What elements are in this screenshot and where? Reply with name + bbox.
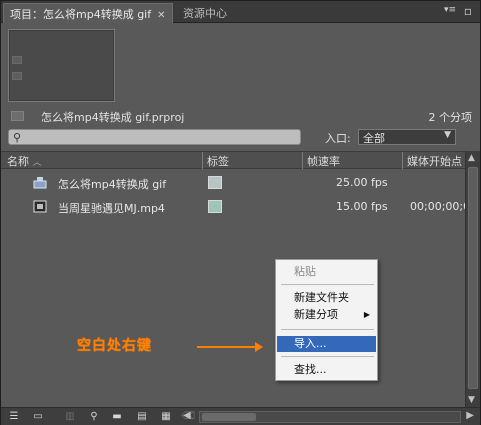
panel-menu-icon[interactable]: ▾≡ bbox=[444, 5, 456, 15]
tab-resource-center-label: 资源中心 bbox=[183, 7, 227, 20]
tab-bar: 项目：怎么将mp4转换成 gif ✕ 资源中心 ▾≡ ▫ bbox=[1, 1, 480, 23]
poster-frame-icon[interactable] bbox=[12, 56, 22, 64]
column-name[interactable]: 名称 ︿ bbox=[7, 153, 42, 169]
scroll-down-icon[interactable]: ▼ bbox=[468, 395, 475, 405]
list-view-icon[interactable]: ☰ bbox=[7, 410, 21, 423]
scroll-thumb[interactable] bbox=[202, 413, 256, 421]
new-bin-icon[interactable]: ▬ bbox=[110, 410, 124, 423]
sort-ascending-icon: ︿ bbox=[32, 158, 42, 168]
item-name: 怎么将mp4转换成 gif bbox=[58, 178, 167, 191]
column-framerate[interactable]: 帧速率 bbox=[307, 153, 340, 169]
tab-project-label: 项目：怎么将mp4转换成 gif bbox=[10, 8, 152, 21]
list-item[interactable]: 怎么将mp4转换成 gif 25.00 fps bbox=[1, 172, 465, 194]
icon-view-icon[interactable]: ▭ bbox=[31, 410, 45, 423]
automate-to-sequence-icon[interactable]: ▥ bbox=[63, 410, 77, 423]
scroll-right-icon[interactable]: ▶ bbox=[466, 410, 474, 421]
list-item[interactable]: 当周星驰遇见MJ.mp4 15.00 fps 00;00;00;0 bbox=[1, 196, 470, 218]
menu-separator bbox=[281, 284, 374, 285]
sequence-icon bbox=[33, 177, 47, 189]
search-input[interactable]: ⚲ bbox=[8, 129, 301, 145]
entry-label: 入口: bbox=[325, 132, 351, 145]
folder-icon bbox=[11, 111, 24, 121]
project-filename: 怎么将mp4转换成 gif.prproj bbox=[41, 111, 185, 124]
column-header: 名称 ︿ 标签 帧速率 媒体开始点 bbox=[1, 151, 465, 169]
magnifier-icon: ⚲ bbox=[13, 131, 22, 144]
column-label[interactable]: 标签 bbox=[207, 153, 229, 169]
tab-project[interactable]: 项目：怎么将mp4转换成 gif ✕ bbox=[3, 3, 173, 23]
play-icon[interactable] bbox=[12, 72, 22, 80]
find-icon[interactable]: ⚲ bbox=[87, 410, 101, 423]
close-icon[interactable]: ✕ bbox=[157, 10, 165, 21]
menu-item-new-bin[interactable]: 新建文件夹 bbox=[277, 290, 376, 306]
annotation-arrowhead bbox=[255, 342, 263, 352]
tab-resource-center[interactable]: 资源中心 bbox=[177, 3, 233, 23]
menu-item-import[interactable]: 导入... bbox=[277, 336, 376, 352]
project-info-row: 怎么将mp4转换成 gif.prproj 2 个分项 bbox=[1, 108, 480, 126]
column-divider[interactable] bbox=[402, 152, 403, 169]
new-item-icon[interactable]: ▤ bbox=[135, 410, 149, 423]
menu-separator bbox=[281, 356, 374, 357]
entry-dropdown[interactable]: 全部 ▼ bbox=[358, 129, 456, 145]
label-swatch[interactable] bbox=[208, 200, 222, 213]
project-panel: 项目：怎么将mp4转换成 gif ✕ 资源中心 ▾≡ ▫ 怎么将mp4转换成 gi… bbox=[0, 0, 481, 425]
scroll-left-icon[interactable]: ◀ bbox=[183, 410, 191, 421]
menu-item-new-item-label: 新建分项 bbox=[294, 308, 338, 321]
item-framerate: 15.00 fps bbox=[336, 200, 388, 213]
menu-item-paste[interactable]: 粘贴 bbox=[277, 264, 376, 280]
chevron-down-icon: ▼ bbox=[444, 130, 451, 140]
annotation-arrow bbox=[197, 346, 259, 348]
panel-close-icon[interactable]: ▫ bbox=[464, 4, 472, 18]
item-media-start: 00;00;00;0 bbox=[410, 200, 471, 213]
label-swatch[interactable] bbox=[208, 176, 222, 189]
annotation-text: 空白处右键 bbox=[77, 338, 152, 354]
horizontal-scrollbar[interactable]: ◀ ▶ bbox=[183, 410, 474, 423]
submenu-arrow-icon: ▶ bbox=[363, 310, 370, 319]
preview-thumbnail bbox=[8, 29, 115, 102]
context-menu: 粘贴 新建文件夹 新建分项 ▶ 导入... 查找... bbox=[275, 259, 378, 381]
clear-icon[interactable]: ▦ bbox=[159, 410, 173, 423]
menu-item-find[interactable]: 查找... bbox=[277, 362, 376, 378]
column-media-start[interactable]: 媒体开始点 bbox=[407, 153, 462, 169]
column-divider[interactable] bbox=[302, 152, 303, 169]
column-name-label: 名称 bbox=[7, 155, 29, 168]
bottom-toolbar: ☰ ▭ ▥ ⚲ ▬ ▤ ▦ ⌫ ◀ ▶ bbox=[1, 407, 480, 425]
scroll-up-icon[interactable]: ▲ bbox=[468, 153, 475, 163]
scroll-thumb[interactable] bbox=[468, 167, 478, 389]
item-name: 当周星驰遇见MJ.mp4 bbox=[58, 202, 165, 215]
item-count: 2 个分项 bbox=[428, 111, 473, 124]
vertical-scrollbar[interactable]: ▲ ▼ bbox=[465, 151, 480, 407]
entry-value: 全部 bbox=[363, 132, 385, 145]
menu-item-new-item[interactable]: 新建分项 ▶ bbox=[277, 307, 376, 323]
search-row: ⚲ 入口: 全部 ▼ bbox=[1, 128, 480, 148]
menu-separator bbox=[281, 329, 374, 330]
column-divider[interactable] bbox=[202, 152, 203, 169]
video-file-icon bbox=[33, 200, 47, 213]
item-framerate: 25.00 fps bbox=[336, 176, 388, 189]
